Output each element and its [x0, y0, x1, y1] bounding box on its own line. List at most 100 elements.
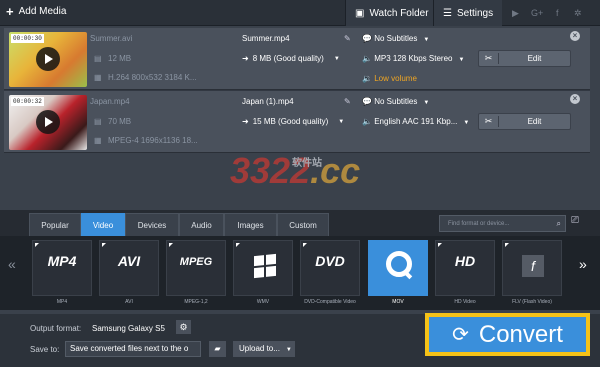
- video-thumbnail[interactable]: 00:00:30: [9, 32, 87, 87]
- low-volume-warning[interactable]: 🔉 Low volume: [362, 74, 417, 83]
- save-location-dropdown[interactable]: Save converted files next to the o: [65, 341, 201, 357]
- plus-icon: +: [6, 3, 14, 19]
- file-icon: ▤: [94, 54, 102, 63]
- chevron-down-icon: ▼: [338, 118, 345, 125]
- video-thumbnail[interactable]: 00:00:32: [9, 95, 87, 150]
- chevron-down-icon: ▼: [285, 347, 292, 353]
- format-label: MP4: [56, 299, 68, 305]
- format-label: MPEG-1,2: [184, 299, 208, 305]
- watch-folder-button[interactable]: ▣ Watch Folder: [345, 0, 438, 26]
- timecode: 00:00:30: [11, 34, 44, 43]
- chevron-down-icon: ▼: [458, 57, 465, 63]
- file-row[interactable]: 00:00:32 Japan.mp4 ▤ 70 MB ▦ MPEG-4 1696…: [4, 91, 590, 153]
- arrow-right-icon: ➜: [242, 54, 249, 63]
- source-codec: MPEG-4 1696x1136 18...: [108, 136, 198, 145]
- tab-audio[interactable]: Audio: [179, 213, 224, 236]
- output-file-name: Japan (1).mp4: [242, 97, 294, 106]
- file-icon: ▤: [94, 117, 102, 126]
- format-label: DVD-Compatible Video: [304, 299, 356, 305]
- scroll-right-icon[interactable]: »: [579, 256, 587, 272]
- top-toolbar: + Add Media ▣ Watch Folder ☰ Settings ▶ G+ …: [0, 0, 600, 26]
- windows-icon: [254, 253, 276, 279]
- chevron-down-icon: ▼: [423, 100, 430, 106]
- output-file-name: Summer.mp4: [242, 34, 290, 43]
- edit-button[interactable]: ✂ Edit: [478, 113, 571, 130]
- format-search-input[interactable]: Find format or device... ⌕: [439, 215, 566, 232]
- folder-icon[interactable]: ▰: [209, 341, 226, 357]
- format-mov[interactable]: [368, 240, 428, 296]
- save-to-label: Save to:: [30, 345, 60, 354]
- google-plus-icon[interactable]: G+: [531, 8, 543, 18]
- subtitles-dropdown[interactable]: 💬 No Subtitles ▼: [362, 34, 429, 43]
- source-size: 12 MB: [108, 54, 132, 63]
- speaker-icon: 🔈: [362, 117, 372, 126]
- add-media-button[interactable]: + Add Media: [6, 3, 66, 19]
- tab-images[interactable]: Images: [224, 213, 277, 236]
- format-label: FLV (Flash Video): [512, 299, 552, 305]
- subtitles-dropdown[interactable]: 💬 No Subtitles ▼: [362, 97, 429, 106]
- source-size: 70 MB: [108, 117, 132, 126]
- format-flv[interactable]: f: [502, 240, 562, 296]
- pencil-icon[interactable]: ✎: [344, 97, 351, 106]
- format-mp4[interactable]: MP4: [32, 240, 92, 296]
- play-icon[interactable]: [36, 110, 60, 134]
- format-label: AVI: [125, 299, 133, 305]
- format-mpeg[interactable]: MPEG: [166, 240, 226, 296]
- chevron-down-icon: ▼: [463, 120, 470, 126]
- facebook-icon[interactable]: f: [556, 8, 559, 18]
- output-size-dropdown[interactable]: ➜ 15 MB (Good quality) ▼: [242, 117, 344, 126]
- menu-icon: ☰: [443, 7, 452, 19]
- tab-devices[interactable]: Devices: [125, 213, 179, 236]
- source-file-name: Japan.mp4: [90, 97, 130, 106]
- scroll-left-icon[interactable]: «: [8, 256, 16, 272]
- output-format-label: Output format:: [30, 324, 82, 333]
- file-row[interactable]: 00:00:30 Summer.avi ▤ 12 MB ▦ H.264 800x…: [4, 28, 590, 90]
- output-size-dropdown[interactable]: ➜ 8 MB (Good quality) ▼: [242, 54, 340, 63]
- gear-icon[interactable]: ⚙: [176, 320, 191, 334]
- tab-video[interactable]: Video: [81, 213, 125, 236]
- film-icon: ▦: [94, 73, 102, 82]
- source-codec: H.264 800x532 3184 K...: [108, 73, 197, 82]
- settings-button[interactable]: ☰ Settings: [433, 0, 502, 26]
- vk-icon[interactable]: ✲: [574, 8, 582, 19]
- format-dvd[interactable]: DVD: [300, 240, 360, 296]
- audio-dropdown[interactable]: 🔈 English AAC 191 Kbp... ▼: [362, 117, 469, 126]
- refresh-icon: ⟳: [452, 324, 469, 346]
- scissors-icon: ✂: [479, 116, 499, 127]
- chevron-down-icon: ▼: [423, 37, 430, 43]
- speech-bubble-icon: 💬: [362, 97, 372, 106]
- speaker-icon: 🔉: [362, 74, 372, 83]
- output-format-value[interactable]: Samsung Galaxy S5: [92, 324, 165, 333]
- format-hd[interactable]: HD: [435, 240, 495, 296]
- format-label: WMV: [256, 299, 270, 305]
- format-label: MOV: [392, 299, 404, 305]
- quicktime-icon: [386, 251, 412, 277]
- format-label: HD Video: [454, 299, 476, 305]
- tab-popular[interactable]: Popular: [29, 213, 81, 236]
- upload-dropdown[interactable]: Upload to... ▼: [233, 341, 295, 357]
- audio-dropdown[interactable]: 🔈 MP3 128 Kbps Stereo ▼: [362, 54, 464, 63]
- search-icon[interactable]: ⌕: [557, 219, 561, 229]
- source-file-name: Summer.avi: [90, 34, 133, 43]
- arrow-right-icon: ➜: [242, 117, 249, 126]
- site-watermark: 3322.cc 软件站: [230, 150, 361, 191]
- play-icon[interactable]: [36, 47, 60, 71]
- pencil-icon[interactable]: ✎: [344, 34, 351, 43]
- flash-icon: f: [522, 255, 544, 277]
- timecode: 00:00:32: [11, 97, 44, 106]
- format-avi[interactable]: AVI: [99, 240, 159, 296]
- speaker-icon: 🔈: [362, 54, 372, 63]
- scissors-icon: ✂: [479, 53, 499, 64]
- chevron-down-icon: ▼: [333, 55, 340, 62]
- film-icon: ▦: [94, 136, 102, 145]
- edit-button[interactable]: ✂ Edit: [478, 50, 571, 67]
- convert-button[interactable]: ⟳ Convert: [425, 313, 590, 356]
- youtube-icon[interactable]: ▶: [512, 8, 519, 19]
- tab-custom[interactable]: Custom: [277, 213, 329, 236]
- close-icon[interactable]: ×: [570, 31, 580, 41]
- file-list: 00:00:30 Summer.avi ▤ 12 MB ▦ H.264 800x…: [4, 28, 590, 153]
- close-icon[interactable]: ×: [570, 94, 580, 104]
- speech-bubble-icon: 💬: [362, 34, 372, 43]
- format-wmv[interactable]: [233, 240, 293, 296]
- device-detect-icon[interactable]: ⎚: [571, 215, 579, 226]
